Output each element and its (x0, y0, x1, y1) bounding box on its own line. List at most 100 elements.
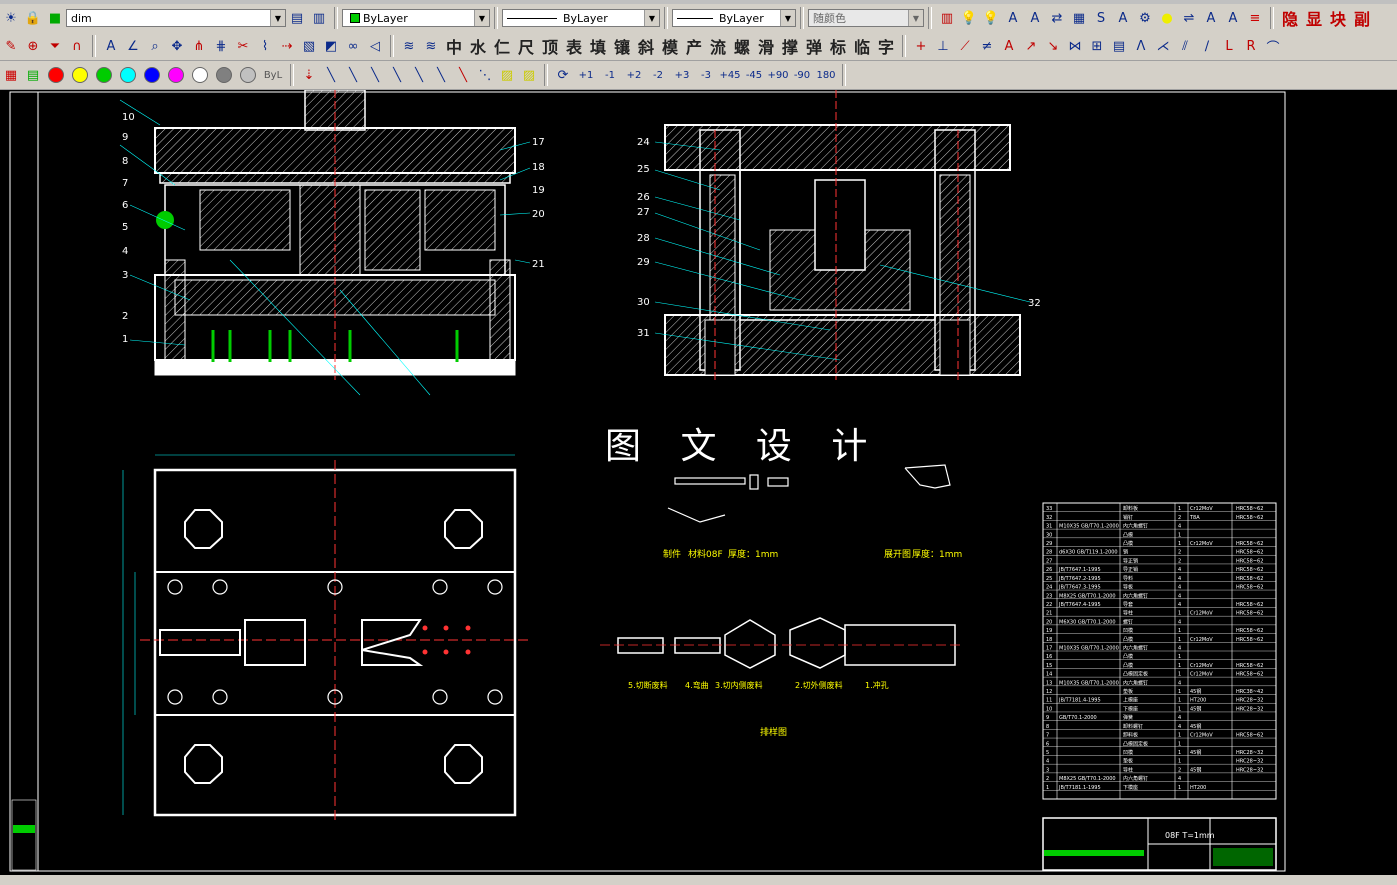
tool-top[interactable]: 顶 (539, 36, 561, 57)
dim-text-icon[interactable]: A (999, 36, 1019, 56)
line-diag-yellow2-icon[interactable]: ▨ (519, 65, 539, 85)
rotate-icon[interactable]: ⟳ (553, 65, 573, 85)
cad-drawing[interactable]: 1098 765 432 1 171819 2021 242526 272829… (0, 89, 1397, 875)
arc-icon[interactable]: ⌒ (1263, 36, 1283, 56)
bulb-icon[interactable]: 💡 (959, 8, 979, 28)
color-gradient-icon[interactable]: ▤ (23, 65, 43, 85)
line-diag-3-icon[interactable]: ╲ (365, 65, 385, 85)
ao3-icon[interactable]: A (1223, 8, 1243, 28)
layer-color-icon[interactable]: ■ (45, 8, 65, 28)
layers-blue-icon[interactable]: ≋ (421, 36, 441, 56)
lambda-icon[interactable]: Λ (1131, 36, 1151, 56)
gear-icon[interactable]: ⚙ (1135, 8, 1155, 28)
break-icon[interactable]: ⌇ (255, 36, 275, 56)
rotate-tool-3[interactable]: -2 (647, 65, 669, 85)
line-diag-dash-icon[interactable]: ⋱ (475, 65, 495, 85)
tool-copy[interactable]: 副 (1351, 8, 1373, 29)
angle-icon[interactable]: ∠ (123, 36, 143, 56)
tool-center[interactable]: 中 (443, 36, 465, 57)
colorbars-icon[interactable]: ≡ (1245, 8, 1265, 28)
layer-previous-icon[interactable]: ▥ (309, 8, 329, 28)
dim-aligned-icon[interactable]: ⟋ (955, 36, 975, 56)
tool-table[interactable]: 表 (563, 36, 585, 57)
length-icon[interactable]: L (1219, 36, 1239, 56)
rotate-tool-7[interactable]: -45 (743, 65, 765, 85)
crosshair-icon[interactable]: ⊕ (23, 36, 43, 56)
tool-screw[interactable]: 螺 (731, 36, 753, 57)
rotate-tool-10[interactable]: 180 (815, 65, 837, 85)
line-diag-1-icon[interactable]: ╲ (321, 65, 341, 85)
color-swatch-2[interactable] (96, 67, 112, 83)
funnel-icon[interactable]: ⏷ (45, 36, 65, 56)
color-swatch-1[interactable] (72, 67, 88, 83)
line-diag-2-icon[interactable]: ╲ (343, 65, 363, 85)
mirror-icon[interactable]: ⇌ (1179, 8, 1199, 28)
line-diag-red-icon[interactable]: ╲ (453, 65, 473, 85)
layer-manager-icon[interactable]: ▤ (287, 8, 307, 28)
ao-text-icon[interactable]: A (1025, 8, 1045, 28)
tool-show[interactable]: 显 (1303, 8, 1325, 29)
tool-temp[interactable]: 临 (851, 36, 873, 57)
ao2-icon[interactable]: A (1113, 8, 1133, 28)
layer-lock-icon[interactable]: 🔒 (23, 8, 43, 28)
pencil-icon[interactable]: ✎ (1, 36, 21, 56)
tool-hide[interactable]: 隐 (1279, 8, 1301, 29)
a-swap-icon[interactable]: A (1201, 8, 1221, 28)
color-swatch-8[interactable] (240, 67, 256, 83)
comb-icon[interactable]: ⋕ (211, 36, 231, 56)
rotate-tool-4[interactable]: +3 (671, 65, 693, 85)
rotate-tool-2[interactable]: +2 (623, 65, 645, 85)
leader-icon[interactable]: ↗ (1021, 36, 1041, 56)
radius-icon[interactable]: R (1241, 36, 1261, 56)
line-diag-yellow-icon[interactable]: ▨ (497, 65, 517, 85)
weld-icon[interactable]: ◁ (365, 36, 385, 56)
color-swatch-7[interactable] (216, 67, 232, 83)
drawing-canvas[interactable]: 10 9 8 765 432 1 17 18 19 20 21 24 25 26… (0, 89, 1397, 875)
tool-fill[interactable]: 填 (587, 36, 609, 57)
array-icon[interactable]: ⋔ (189, 36, 209, 56)
color-swatch-0[interactable] (48, 67, 64, 83)
fill-icon[interactable]: ◩ (321, 36, 341, 56)
hatch-icon[interactable]: ▧ (299, 36, 319, 56)
color-grid-icon[interactable]: ▦ (1, 65, 21, 85)
insert-point-icon[interactable]: ⇣ (299, 65, 319, 85)
tool-text[interactable]: 字 (875, 36, 897, 57)
tool-block[interactable]: 块 (1327, 8, 1349, 29)
s-icon[interactable]: S (1091, 8, 1111, 28)
dim-stack-icon[interactable]: ▤ (1109, 36, 1129, 56)
arch-icon[interactable]: ∩ (67, 36, 87, 56)
leader2-icon[interactable]: ↘ (1043, 36, 1063, 56)
linetype-select[interactable]: ByLayer ▼ (502, 9, 660, 27)
lineweight-select[interactable]: ByLayer ▼ (672, 9, 796, 27)
bulb-yellow-icon[interactable]: 💡 (981, 8, 1001, 28)
tool-support[interactable]: 撑 (779, 36, 801, 57)
tool-ren[interactable]: 仁 (491, 36, 513, 57)
plotstyle-select[interactable]: 随颜色 ▼ (808, 9, 924, 27)
line-diag-blue-icon[interactable]: ╲ (431, 65, 451, 85)
dim-horizontal-icon[interactable]: ⊥ (933, 36, 953, 56)
tool-mold[interactable]: 模 (659, 36, 681, 57)
rotate-tool-8[interactable]: +90 (767, 65, 789, 85)
grid-icon[interactable]: ▦ (1069, 8, 1089, 28)
move-icon[interactable]: ✥ (167, 36, 187, 56)
dim-slash-icon[interactable]: ∕ (1197, 36, 1217, 56)
tool-product[interactable]: 产 (683, 36, 705, 57)
yellow-circle-icon[interactable]: ● (1157, 8, 1177, 28)
dim-hatch-icon[interactable]: ⫽ (1175, 36, 1195, 56)
rotate-tool-0[interactable]: +1 (575, 65, 597, 85)
layers-icon[interactable]: ≋ (399, 36, 419, 56)
tool-water[interactable]: 水 (467, 36, 489, 57)
color-swatch-4[interactable] (144, 67, 160, 83)
color-swatch-6[interactable] (192, 67, 208, 83)
dim-slope-icon[interactable]: ⋌ (1153, 36, 1173, 56)
rotate-tool-9[interactable]: -90 (791, 65, 813, 85)
color-swatch-5[interactable] (168, 67, 184, 83)
bracket-icon[interactable]: ⋈ (1065, 36, 1085, 56)
trim-icon[interactable]: ✂ (233, 36, 253, 56)
line-diag-5-icon[interactable]: ╲ (409, 65, 429, 85)
search-icon[interactable]: ⌕ (145, 36, 165, 56)
extend-icon[interactable]: ⇢ (277, 36, 297, 56)
rotate-tool-1[interactable]: -1 (599, 65, 621, 85)
line-diag-4-icon[interactable]: ╲ (387, 65, 407, 85)
tool-flow[interactable]: 流 (707, 36, 729, 57)
